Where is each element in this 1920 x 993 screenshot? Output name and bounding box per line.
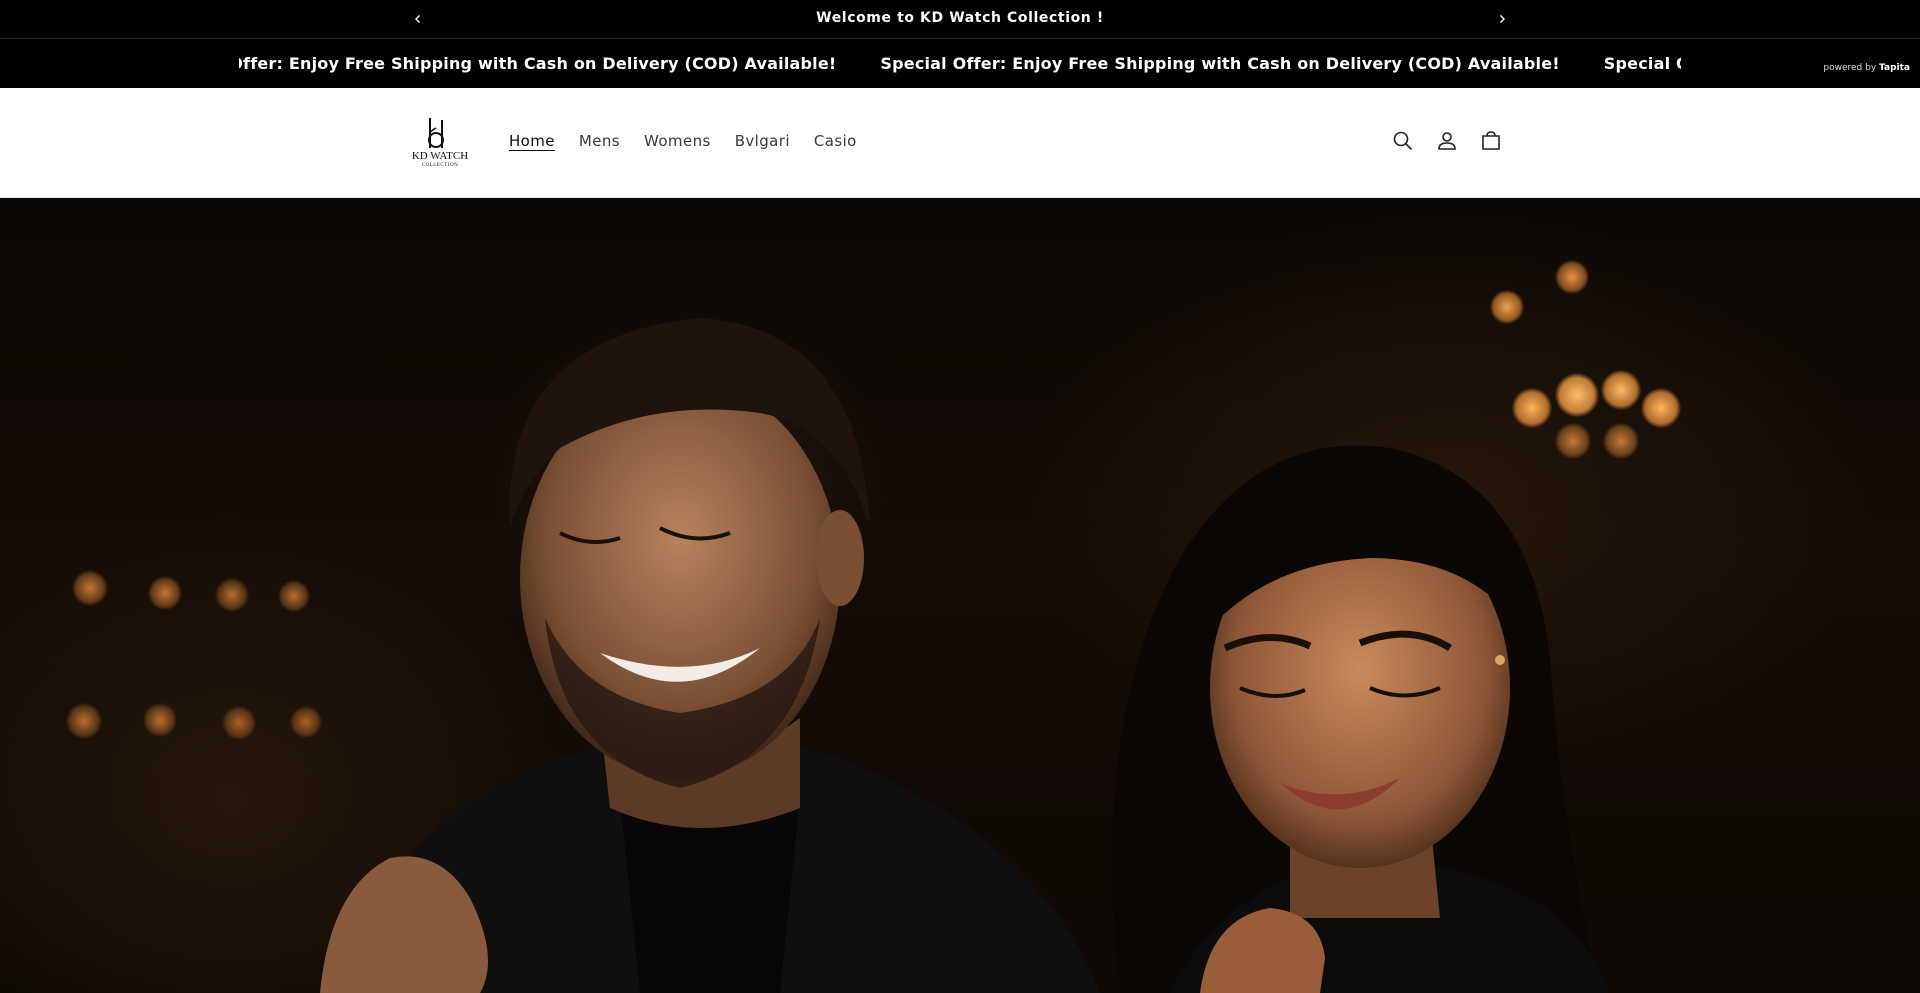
nav-womens[interactable]: Womens	[644, 132, 711, 150]
nav-home[interactable]: Home	[509, 132, 555, 150]
chevron-right-icon	[1500, 15, 1505, 23]
site-header: KD WATCH COLLECTION Home Mens Womens Bvl…	[0, 88, 1920, 198]
account-button[interactable]	[1434, 128, 1460, 154]
marquee-track: Special Offer: Enjoy Free Shipping with …	[239, 54, 1681, 76]
marquee-item: Special Offer: Enjoy Free Shipping with …	[1603, 54, 1681, 73]
cart-icon	[1482, 131, 1500, 150]
account-icon	[1438, 132, 1456, 150]
marquee-item: Special Offer: Enjoy Free Shipping with …	[239, 54, 837, 73]
announcement-message: Welcome to KD Watch Collection !	[816, 10, 1104, 26]
nav-casio[interactable]: Casio	[814, 132, 857, 150]
powered-by-badge[interactable]: powered by Tapita	[1823, 63, 1910, 73]
kd-logo-mark: KD WATCH COLLECTION	[412, 118, 468, 168]
announcement-bar: Welcome to KD Watch Collection !	[0, 0, 1920, 39]
promo-marquee: Special Offer: Enjoy Free Shipping with …	[0, 39, 1920, 88]
announcement-next-button[interactable]	[1491, 8, 1513, 30]
header-icons	[1390, 128, 1504, 154]
search-icon	[1393, 131, 1413, 151]
main-nav: Home Mens Womens Bvlgari Casio	[509, 132, 857, 150]
hero-couple-illustration	[320, 318, 1610, 993]
cart-button[interactable]	[1478, 128, 1504, 154]
svg-text:KD WATCH: KD WATCH	[412, 150, 468, 162]
marquee-item: Special Offer: Enjoy Free Shipping with …	[880, 54, 1560, 73]
search-button[interactable]	[1390, 128, 1416, 154]
hero-banner[interactable]	[0, 198, 1920, 993]
nav-bvlgari[interactable]: Bvlgari	[735, 132, 790, 150]
site-logo[interactable]: KD WATCH COLLECTION	[408, 114, 472, 170]
powered-by-prefix: powered by	[1823, 63, 1877, 73]
nav-mens[interactable]: Mens	[579, 132, 620, 150]
powered-by-brand: Tapita	[1879, 63, 1910, 73]
svg-text:COLLECTION: COLLECTION	[422, 163, 458, 168]
